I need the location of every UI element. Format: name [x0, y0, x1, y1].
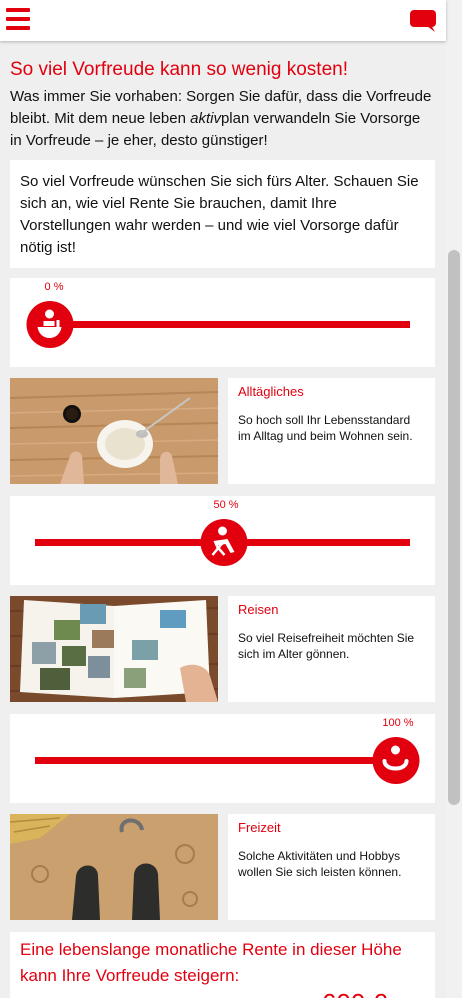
slider-reisen[interactable]: 50 % — [10, 496, 435, 585]
intro-card: So viel Vorfreude wünschen Sie sich fürs… — [10, 160, 435, 268]
intro-text: So viel Vorfreude wünschen Sie sich fürs… — [20, 173, 419, 256]
result-title: Eine lebenslange monatliche Rente in die… — [20, 940, 402, 985]
slider-track[interactable] — [35, 321, 410, 328]
boots-horseshoe-photo — [10, 814, 218, 920]
category-text: Solche Aktivitäten und Hobbys wollen Sie… — [238, 849, 402, 879]
category-card-reisen: Reisen So viel Reisefreiheit möchten Sie… — [228, 596, 435, 702]
hero-section: So viel Vorfreude kann so wenig kosten! … — [0, 41, 446, 152]
slider-value-label: 50 % — [213, 499, 239, 511]
category-text: So hoch soll Ihr Lebensstandard im Allta… — [238, 413, 413, 443]
category-card-alltag: Alltägliches So hoch soll Ihr Lebensstan… — [228, 378, 435, 484]
person-deckchair-icon[interactable] — [200, 519, 248, 566]
category-title: Freizeit — [238, 820, 281, 835]
breakfast-table-photo — [10, 378, 218, 484]
slider-alltag[interactable]: 0 % — [10, 278, 435, 367]
rent-amount: 600 € — [322, 988, 387, 998]
person-smile-icon[interactable] — [372, 737, 420, 784]
person-bathtub-icon[interactable] — [26, 301, 74, 348]
category-title: Reisen — [238, 602, 279, 617]
hero-text: Was immer Sie vorhaben: Sorgen Sie dafür… — [10, 88, 432, 149]
slider-value-label: 0 % — [44, 281, 64, 293]
chat-bubble-icon[interactable] — [409, 9, 437, 33]
slider-track[interactable] — [35, 757, 410, 764]
scrollbar-thumb[interactable] — [448, 250, 460, 805]
page-title: So viel Vorfreude kann so wenig kosten! — [10, 59, 348, 80]
photo-album-photo — [10, 596, 218, 702]
hamburger-menu-icon[interactable] — [6, 8, 30, 30]
category-text: So viel Reisefreiheit möchten Sie sich i… — [238, 631, 415, 661]
result-card: Eine lebenslange monatliche Rente in die… — [10, 932, 435, 998]
category-card-freizeit: Freizeit Solche Aktivitäten und Hobbys w… — [228, 814, 435, 920]
category-title: Alltägliches — [238, 384, 304, 399]
slider-freizeit[interactable]: 100 % — [10, 714, 435, 803]
scrollbar[interactable] — [446, 0, 462, 998]
top-bar — [0, 0, 446, 41]
slider-value-label: 100 % — [382, 717, 414, 729]
main-content: So viel Vorfreude kann so wenig kosten! … — [0, 41, 446, 998]
